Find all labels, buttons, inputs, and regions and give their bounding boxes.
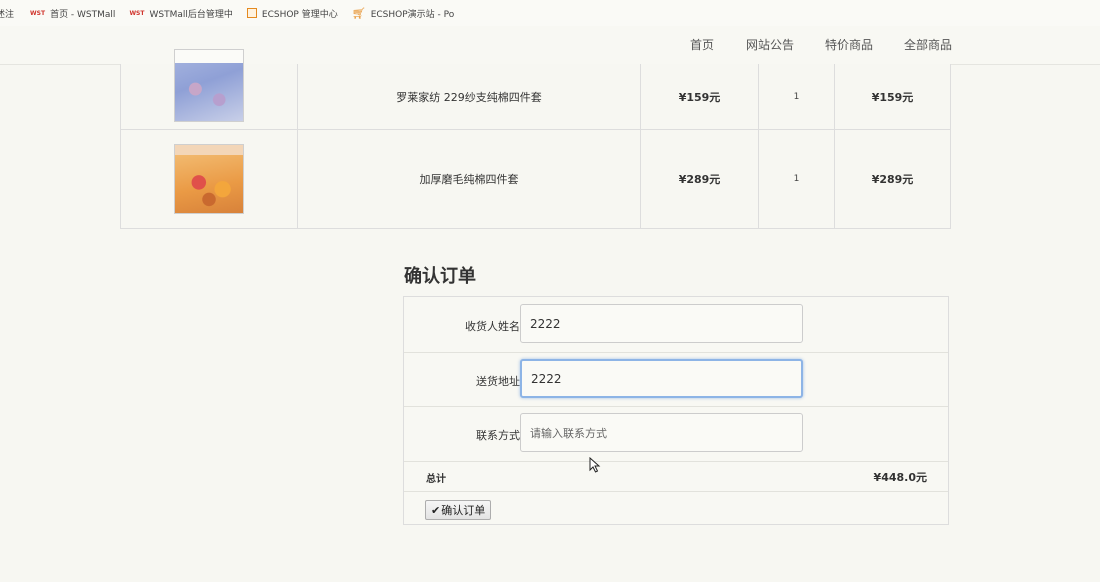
bookmark-wstmall-admin[interactable]: WST WSTMall后台管理中: [129, 7, 232, 20]
total-value: ¥448.0元: [873, 471, 927, 484]
top-nav: 首页 网站公告 特价商品 全部商品: [0, 26, 1100, 65]
bookmarks-bar: 述注 WST 首页 - WSTMall WST WSTMall后台管理中 ECS…: [0, 0, 1100, 27]
product-image-cell: [121, 130, 298, 228]
product-price: ¥159元: [641, 64, 759, 129]
recipient-name-input[interactable]: [520, 304, 803, 343]
bookmark-label: 首页 - WSTMall: [50, 9, 116, 20]
product-image-cell: [121, 49, 298, 129]
bookmark-label: WSTMall后台管理中: [149, 9, 233, 20]
product-subtotal: ¥159元: [871, 90, 914, 104]
table-row: 加厚磨毛纯棉四件套 ¥289元 1 ¥289元: [121, 130, 950, 228]
nav-item-all-products[interactable]: 全部商品: [904, 36, 952, 53]
confirm-order-button[interactable]: ✔ 确认订单: [425, 500, 492, 520]
mouse-cursor-icon: [589, 457, 601, 473]
form-row-name: 收货人姓名: [404, 297, 948, 353]
confirm-order-button-label: 确认订单: [441, 504, 486, 517]
product-quantity: 1: [759, 64, 835, 129]
product-name[interactable]: 罗莱家纺 229纱支纯棉四件套: [298, 64, 641, 129]
product-price: ¥289元: [641, 130, 759, 228]
bookmark-wstmall-home[interactable]: WST 首页 - WSTMall: [30, 7, 115, 20]
wst-logo-icon: WST: [129, 9, 145, 17]
product-subtotal: ¥289元: [871, 173, 914, 186]
nav-item-announcements[interactable]: 网站公告: [746, 36, 794, 53]
shipping-address-input[interactable]: [520, 359, 803, 398]
bookmark-label: ECSHOP 管理中心: [261, 9, 338, 20]
contact-label: 联系方式: [476, 429, 520, 442]
cart-icon: 🛒︎: [351, 6, 366, 20]
total-label: 总计: [426, 474, 446, 485]
confirm-order-title: 确认订单: [404, 266, 476, 287]
recipient-name-label: 收货人姓名: [465, 320, 520, 333]
nav-item-home[interactable]: 首页: [690, 36, 714, 53]
product-quantity: 1: [759, 130, 835, 228]
ecshop-box-icon: [246, 8, 257, 18]
form-row-contact: 联系方式: [404, 406, 948, 462]
nav-item-specials[interactable]: 特价商品: [825, 36, 873, 53]
bookmark-label: 述注: [0, 9, 15, 20]
contact-input[interactable]: [520, 413, 803, 452]
product-image[interactable]: [174, 144, 244, 214]
check-icon: ✔: [431, 503, 441, 517]
bookmark-label: ECSHOP演示站 - Po: [370, 9, 455, 20]
order-form: 收货人姓名 送货地址 联系方式 总计 ¥448.0元 ✔ 确认订单: [403, 296, 949, 525]
bookmark-ecshop-admin[interactable]: ECSHOP 管理中心: [246, 7, 338, 20]
form-row-total: 总计 ¥448.0元: [404, 461, 948, 492]
wst-logo-icon: WST: [30, 9, 46, 17]
table-row: 罗莱家纺 229纱支纯棉四件套 ¥159元 1 ¥159元: [121, 49, 950, 130]
product-name[interactable]: 加厚磨毛纯棉四件套: [298, 130, 641, 228]
cart-table: 罗莱家纺 229纱支纯棉四件套 ¥159元 1 ¥159元 加厚磨毛纯棉四件套 …: [120, 49, 951, 229]
shipping-address-label: 送货地址: [476, 375, 520, 388]
product-image[interactable]: [174, 49, 244, 122]
form-row-address: 送货地址: [404, 352, 948, 407]
bookmark-partial[interactable]: 述注: [0, 7, 14, 20]
bookmark-ecshop-demo[interactable]: 🛒︎ ECSHOP演示站 - Po: [352, 7, 455, 20]
